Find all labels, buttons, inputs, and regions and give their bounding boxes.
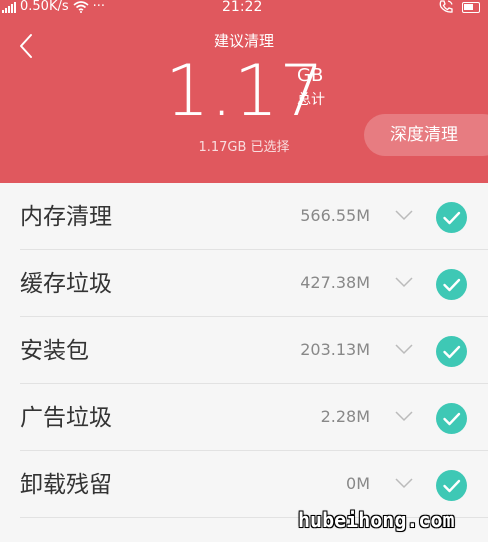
item-size: 2.28M bbox=[320, 407, 370, 426]
list-item[interactable]: 安装包 203.13M bbox=[0, 317, 488, 384]
item-label: 缓存垃圾 bbox=[20, 271, 112, 297]
page-title: 建议清理 bbox=[213, 32, 274, 50]
phone-icon bbox=[439, 0, 453, 13]
chevron-down-icon[interactable] bbox=[395, 477, 413, 489]
status-bar-left: 0.50K/s ··· bbox=[2, 0, 105, 14]
header: 0.50K/s ··· 21:22 建议清理 1.17 GB 总计 1.17GB… bbox=[0, 0, 488, 183]
item-label: 广告垃圾 bbox=[20, 405, 112, 431]
list-item[interactable]: 缓存垃圾 427.38M bbox=[0, 250, 488, 317]
deep-clean-button[interactable]: 深度清理 bbox=[364, 114, 488, 156]
check-icon[interactable] bbox=[436, 403, 467, 434]
status-bar: 0.50K/s ··· 21:22 bbox=[0, 0, 488, 16]
wifi-icon bbox=[73, 1, 89, 13]
check-icon[interactable] bbox=[436, 470, 467, 501]
chevron-down-icon[interactable] bbox=[395, 343, 413, 355]
battery-icon bbox=[462, 1, 480, 13]
status-time: 21:22 bbox=[222, 0, 263, 15]
chevron-down-icon[interactable] bbox=[395, 276, 413, 288]
item-label: 卸载残留 bbox=[20, 472, 112, 498]
network-speed: 0.50K/s bbox=[20, 0, 69, 14]
more-notifications: ··· bbox=[92, 0, 106, 14]
item-size: 203.13M bbox=[300, 340, 370, 359]
check-icon[interactable] bbox=[436, 336, 467, 367]
list-item[interactable]: 广告垃圾 2.28M bbox=[0, 384, 488, 451]
check-icon[interactable] bbox=[436, 202, 467, 233]
chevron-down-icon[interactable] bbox=[395, 209, 413, 221]
item-label: 内存清理 bbox=[20, 204, 112, 230]
item-size: 0M bbox=[346, 474, 370, 493]
item-label: 安装包 bbox=[20, 338, 89, 364]
signal-icon bbox=[2, 1, 16, 13]
item-size: 427.38M bbox=[300, 273, 370, 292]
chevron-down-icon[interactable] bbox=[395, 410, 413, 422]
total-size-unit: GB bbox=[297, 65, 324, 86]
status-bar-right bbox=[438, 0, 480, 14]
list-item[interactable]: 内存清理 566.55M bbox=[0, 183, 488, 250]
item-size: 566.55M bbox=[300, 206, 370, 225]
total-label: 总计 bbox=[297, 92, 325, 108]
check-icon[interactable] bbox=[436, 269, 467, 300]
watermark: hubeihong.com bbox=[298, 508, 455, 532]
